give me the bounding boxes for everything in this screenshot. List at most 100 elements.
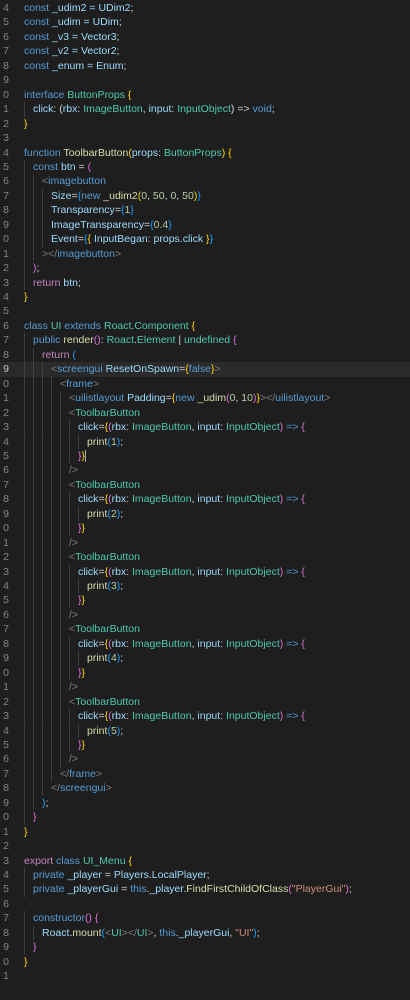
code-line[interactable]: 5}} <box>0 737 410 753</box>
code-token: frame <box>69 767 96 780</box>
code-token: export <box>24 854 54 867</box>
code-token: UI <box>111 926 122 939</box>
code-line[interactable]: 7 <ToolbarButton <box>0 622 410 637</box>
code-line[interactable]: 0 interface ButtonProps { <box>0 88 410 102</box>
code-line[interactable]: 7 </frame> <box>0 766 410 782</box>
code-line[interactable]: 6 <box>0 897 410 911</box>
code-line[interactable]: 8 return ( <box>0 347 410 363</box>
code-line[interactable]: 3 <box>0 131 410 145</box>
code-line[interactable]: 0 <frame> <box>0 376 410 392</box>
code-line[interactable]: 2 <box>0 839 410 853</box>
code-token: 10 <box>241 392 253 405</box>
code-token: ; <box>123 59 127 72</box>
code-token: _v3 = <box>49 30 81 43</box>
code-line[interactable]: 2} <box>0 117 410 131</box>
code-line[interactable]: 2 <ToolbarButton <box>0 405 410 421</box>
indent-guide <box>69 709 78 724</box>
code-line[interactable]: 9 print(2); <box>0 506 410 522</box>
code-line[interactable]: 0} <box>0 810 410 825</box>
code-line[interactable]: 3 click={(rbx: ImageButton, input: InputO… <box>0 709 410 724</box>
indent-guide <box>60 636 69 652</box>
code-line[interactable]: 1 <uilistlayout Padding={new _udim(0, 10)… <box>0 391 410 406</box>
code-token: rbx <box>111 710 127 723</box>
code-line[interactable]: 7 const _v2 = Vector2; <box>0 44 410 58</box>
code-line[interactable]: 7 public render(): Roact.Element | undefi… <box>0 333 410 348</box>
code-line[interactable]: 1 click: (rbx: ImageButton, input: InputO… <box>0 102 410 117</box>
code-line[interactable]: 6 /> <box>0 463 410 478</box>
code-line[interactable]: 9); <box>0 795 410 811</box>
code-line[interactable]: 5}} <box>0 448 410 464</box>
code-line[interactable]: 0} <box>0 955 410 969</box>
code-line[interactable]: 9 ImageTransparency={0.4} <box>0 217 410 233</box>
code-line[interactable]: 1 /> <box>0 535 410 551</box>
indent-guide <box>69 737 78 753</box>
indent-guide <box>60 709 69 724</box>
code-line[interactable]: 6 const _v3 = Vector3; <box>0 30 410 44</box>
indent-guide <box>33 420 42 435</box>
indent-guide <box>24 448 33 464</box>
code-line[interactable]: 4 const _udim2 = UDim2; <box>0 1 410 15</box>
indent-guide <box>42 448 51 464</box>
code-line[interactable]: 4 function ToolbarButton(props: ButtonPro… <box>0 146 410 160</box>
code-line[interactable]: 4 print(1); <box>0 434 410 449</box>
code-line[interactable]: 4} <box>0 290 410 304</box>
indent-guide <box>69 651 78 666</box>
code-line[interactable]: 1} <box>0 825 410 839</box>
code-line[interactable]: 3 click={(rbx: ImageButton, input: InputO… <box>0 420 410 435</box>
indent-guide <box>42 564 51 579</box>
code-token: _playerGui <box>178 926 230 939</box>
code-line[interactable]: 3 export class UI_Menu { <box>0 854 410 868</box>
code-line[interactable]: 0}} <box>0 521 410 536</box>
code-line[interactable]: 6 /> <box>0 752 410 767</box>
code-line[interactable]: 1 /> <box>0 680 410 695</box>
code-text: <frame> <box>24 376 99 392</box>
indent-guide <box>24 593 33 608</box>
code-editor[interactable]: 4 const _udim2 = UDim2; 5 const _udim = UDi… <box>0 0 410 1000</box>
code-line[interactable]: 8 </screengui> <box>0 781 410 796</box>
code-line[interactable]: 9 print(4); <box>0 651 410 666</box>
code-line[interactable]: 2 <ToolbarButton <box>0 694 410 710</box>
code-line[interactable]: 7 Size={new _udim2(0, 50, 0, 50)} <box>0 188 410 204</box>
code-line[interactable]: 8 Transparency={1} <box>0 203 410 218</box>
code-line[interactable]: 2 <ToolbarButton <box>0 550 410 565</box>
code-line[interactable]: 5 const _udim = UDim; <box>0 15 410 29</box>
code-line[interactable]: 4 private _player = Players.LocalPlayer; <box>0 868 410 883</box>
code-line[interactable]: 5 private _playerGui = this._player.FindF… <box>0 882 410 897</box>
code-line[interactable]: 6 <imagebutton <box>0 174 410 189</box>
code-token: () <box>84 912 92 925</box>
code-line[interactable]: 7 constructor() { <box>0 911 410 926</box>
code-line[interactable]: 4 print(5); <box>0 723 410 738</box>
code-token: ></ <box>121 926 137 939</box>
code-line[interactable]: 1 <box>0 969 410 983</box>
code-line[interactable]: 1 ></imagebutton> <box>0 246 410 262</box>
indent-guide <box>51 709 60 724</box>
code-line[interactable]: 8 Roact.mount(<UI></UI>, this._playerGui,… <box>0 925 410 941</box>
code-token: print <box>87 507 108 520</box>
code-line[interactable]: 2); <box>0 261 410 276</box>
code-token: _playerGui <box>67 883 119 896</box>
code-line[interactable]: 3 return btn; <box>0 275 410 290</box>
line-number: 4 <box>3 724 9 737</box>
code-line[interactable]: 8 click={(rbx: ImageButton, input: InputO… <box>0 636 410 652</box>
code-line[interactable]: 9 <screengui ResetOnSpawn={false}> <box>0 362 410 377</box>
code-token: = <box>118 883 131 896</box>
code-token: ToolbarButton <box>63 146 129 159</box>
code-line[interactable]: 6 /> <box>0 607 410 623</box>
code-line[interactable]: 4 print(3); <box>0 579 410 594</box>
code-line[interactable]: 0 Event={{ InputBegan: props.click }} <box>0 232 410 247</box>
code-token: class <box>24 319 48 332</box>
code-line[interactable]: 9 <box>0 73 410 87</box>
code-line[interactable]: 9} <box>0 940 410 955</box>
code-line[interactable]: 3 click={(rbx: ImageButton, input: InputO… <box>0 564 410 579</box>
code-line[interactable]: 0}} <box>0 665 410 681</box>
code-line[interactable]: 7 <ToolbarButton <box>0 477 410 493</box>
code-line[interactable]: 5}} <box>0 593 410 608</box>
code-line[interactable]: 5 <box>0 304 410 318</box>
code-token: btn <box>61 160 76 173</box>
code-line[interactable]: 8 click={(rbx: ImageButton, input: InputO… <box>0 492 410 507</box>
code-line[interactable]: 6 class UI extends Roact.Component { <box>0 319 410 333</box>
indent-guide <box>51 579 60 594</box>
code-line[interactable]: 8 const _enum = Enum; <box>0 59 410 73</box>
code-line[interactable]: 5 const btn = ( <box>0 159 410 175</box>
indent-guide <box>42 709 51 724</box>
